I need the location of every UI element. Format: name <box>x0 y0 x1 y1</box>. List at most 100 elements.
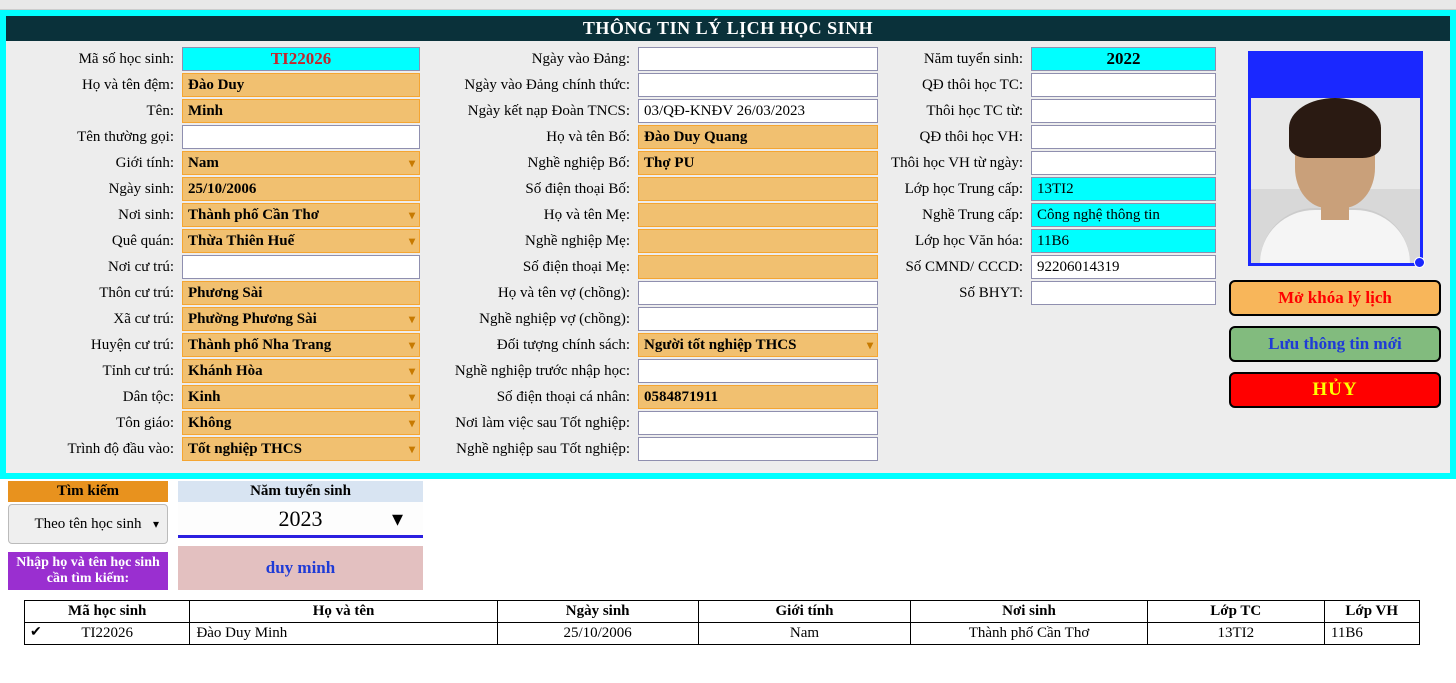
search-query-input[interactable]: duy minh <box>178 546 423 590</box>
field-thoi-tc-tu[interactable] <box>1031 99 1216 123</box>
field-nam-ts[interactable]: 2022 <box>1031 47 1216 71</box>
field-thoi-vh-tu[interactable] <box>1031 151 1216 175</box>
label-lop-vh: Lớp học Văn hóa: <box>882 229 1027 253</box>
table-header: Nơi sinh <box>911 601 1147 623</box>
field-vo-chong[interactable] <box>638 281 878 305</box>
label-ngay-vao-dang: Ngày vào Đảng: <box>424 47 634 71</box>
label-nghe-sau: Nghề nghiệp sau Tốt nghiệp: <box>424 437 634 461</box>
label-nghe-truoc: Nghề nghiệp trước nhập học: <box>424 359 634 383</box>
field-que-quan[interactable]: Thừa Thiên Huế <box>182 229 420 253</box>
window-topbar <box>0 0 1456 10</box>
field-bhyt[interactable] <box>1031 281 1216 305</box>
field-sdt-bo[interactable] <box>638 177 878 201</box>
field-doi-tuong[interactable]: Người tốt nghiệp THCS <box>638 333 878 357</box>
field-tinh-cu-tru[interactable]: Khánh Hòa <box>182 359 420 383</box>
field-lop-vh[interactable]: 11B6 <box>1031 229 1216 253</box>
table-cell: 25/10/2006 <box>497 623 698 645</box>
field-qd-thoi-vh[interactable] <box>1031 125 1216 149</box>
student-photo[interactable] <box>1248 51 1423 266</box>
field-ton-giao[interactable]: Không <box>182 411 420 435</box>
field-noi-lam-sau[interactable] <box>638 411 878 435</box>
avatar-placeholder <box>1251 98 1420 263</box>
field-noi-cu-tru[interactable] <box>182 255 420 279</box>
table-cell: 13TI2 <box>1147 623 1324 645</box>
label-thon-cu-tru: Thôn cư trú: <box>14 281 178 305</box>
field-sdt-cn[interactable]: 0584871911 <box>638 385 878 409</box>
label-nghe-bo: Nghề nghiệp Bố: <box>424 151 634 175</box>
label-qd-thoi-tc: QĐ thôi học TC: <box>882 73 1027 97</box>
label-ngay-kn-doan: Ngày kết nạp Đoàn TNCS: <box>424 99 634 123</box>
form-panel: Mã số học sinh: Họ và tên đệm: Tên: Tên … <box>6 41 1450 473</box>
field-qd-thoi-tc[interactable] <box>1031 73 1216 97</box>
label-qd-thoi-vh: QĐ thôi học VH: <box>882 125 1027 149</box>
label-ma-so: Mã số học sinh: <box>14 47 178 71</box>
table-header: Mã học sinh <box>25 601 190 623</box>
label-trinh-do: Trình độ đầu vào: <box>14 437 178 461</box>
unlock-button[interactable]: Mở khóa lý lịch <box>1229 280 1441 316</box>
label-ho-ten-bo: Họ và tên Bố: <box>424 125 634 149</box>
label-cccd: Số CMND/ CCCD: <box>882 255 1027 279</box>
label-ten: Tên: <box>14 99 178 123</box>
table-cell: Đào Duy Minh <box>190 623 497 645</box>
field-ngay-vao-dang[interactable] <box>638 47 878 71</box>
cancel-button[interactable]: HỦY <box>1229 372 1441 408</box>
label-dan-toc: Dân tộc: <box>14 385 178 409</box>
label-tinh-cu-tru: Tỉnh cư trú: <box>14 359 178 383</box>
search-year-select[interactable]: 2023 <box>178 502 423 538</box>
field-nghe-tc[interactable]: Công nghệ thông tin <box>1031 203 1216 227</box>
field-noi-sinh[interactable]: Thành phố Cần Thơ <box>182 203 420 227</box>
field-ho-ten-bo[interactable]: Đào Duy Quang <box>638 125 878 149</box>
label-noi-cu-tru: Nơi cư trú: <box>14 255 178 279</box>
label-ton-giao: Tôn giáo: <box>14 411 178 435</box>
field-sdt-me[interactable] <box>638 255 878 279</box>
field-ma-so[interactable]: TI22026 <box>182 47 420 71</box>
label-sdt-cn: Số điện thoại cá nhân: <box>424 385 634 409</box>
table-header: Họ và tên <box>190 601 497 623</box>
table-cell: TI22026 <box>25 623 190 645</box>
field-huyen-cu-tru[interactable]: Thành phố Nha Trang <box>182 333 420 357</box>
field-ngay-vao-dang-ct[interactable] <box>638 73 878 97</box>
label-sdt-bo: Số điện thoại Bố: <box>424 177 634 201</box>
field-ngay-kn-doan[interactable]: 03/QĐ-KNĐV 26/03/2023 <box>638 99 878 123</box>
field-nghe-me[interactable] <box>638 229 878 253</box>
field-nghe-vc[interactable] <box>638 307 878 331</box>
label-ho-ten-me: Họ và tên Mẹ: <box>424 203 634 227</box>
save-button[interactable]: Lưu thông tin mới <box>1229 326 1441 362</box>
search-by-select[interactable]: Theo tên học sinh <box>8 504 168 544</box>
search-panel: Tìm kiếm Theo tên học sinh Nhập họ và tê… <box>0 481 1456 590</box>
field-ten[interactable]: Minh <box>182 99 420 123</box>
field-dan-toc[interactable]: Kinh <box>182 385 420 409</box>
field-nghe-sau[interactable] <box>638 437 878 461</box>
table-header: Giới tính <box>698 601 911 623</box>
field-ten-goi[interactable] <box>182 125 420 149</box>
table-cell: 11B6 <box>1324 623 1419 645</box>
label-gioi-tinh: Giới tính: <box>14 151 178 175</box>
field-nghe-truoc[interactable] <box>638 359 878 383</box>
field-thon-cu-tru[interactable]: Phương Sài <box>182 281 420 305</box>
label-ho-dem: Họ và tên đệm: <box>14 73 178 97</box>
results-table: Mã học sinhHọ và tênNgày sinhGiới tínhNơ… <box>24 600 1420 645</box>
label-lop-tc: Lớp học Trung cấp: <box>882 177 1027 201</box>
label-nghe-vc: Nghề nghiệp vợ (chồng): <box>424 307 634 331</box>
label-thoi-vh-tu: Thôi học VH từ ngày: <box>882 151 1027 175</box>
table-cell: Nam <box>698 623 911 645</box>
row-check-icon[interactable]: ✔ <box>30 624 42 641</box>
label-nam-ts: Năm tuyển sinh: <box>882 47 1027 71</box>
field-ngay-sinh[interactable]: 25/10/2006 <box>182 177 420 201</box>
label-bhyt: Số BHYT: <box>882 281 1027 305</box>
table-row[interactable]: TI22026Đào Duy Minh25/10/2006NamThành ph… <box>25 623 1420 645</box>
label-noi-sinh: Nơi sinh: <box>14 203 178 227</box>
field-cccd[interactable]: 92206014319 <box>1031 255 1216 279</box>
field-xa-cu-tru[interactable]: Phường Phương Sài <box>182 307 420 331</box>
label-doi-tuong: Đối tượng chính sách: <box>424 333 634 357</box>
field-ho-ten-me[interactable] <box>638 203 878 227</box>
field-nghe-bo[interactable]: Thợ PU <box>638 151 878 175</box>
field-gioi-tinh[interactable]: Nam <box>182 151 420 175</box>
field-lop-tc[interactable]: 13TI2 <box>1031 177 1216 201</box>
field-trinh-do[interactable]: Tốt nghiệp THCS <box>182 437 420 461</box>
label-vo-chong: Họ và tên vợ (chồng): <box>424 281 634 305</box>
label-huyen-cu-tru: Huyện cư trú: <box>14 333 178 357</box>
label-thoi-tc-tu: Thôi học TC từ: <box>882 99 1027 123</box>
field-ho-dem[interactable]: Đào Duy <box>182 73 420 97</box>
search-title: Tìm kiếm <box>8 481 168 502</box>
